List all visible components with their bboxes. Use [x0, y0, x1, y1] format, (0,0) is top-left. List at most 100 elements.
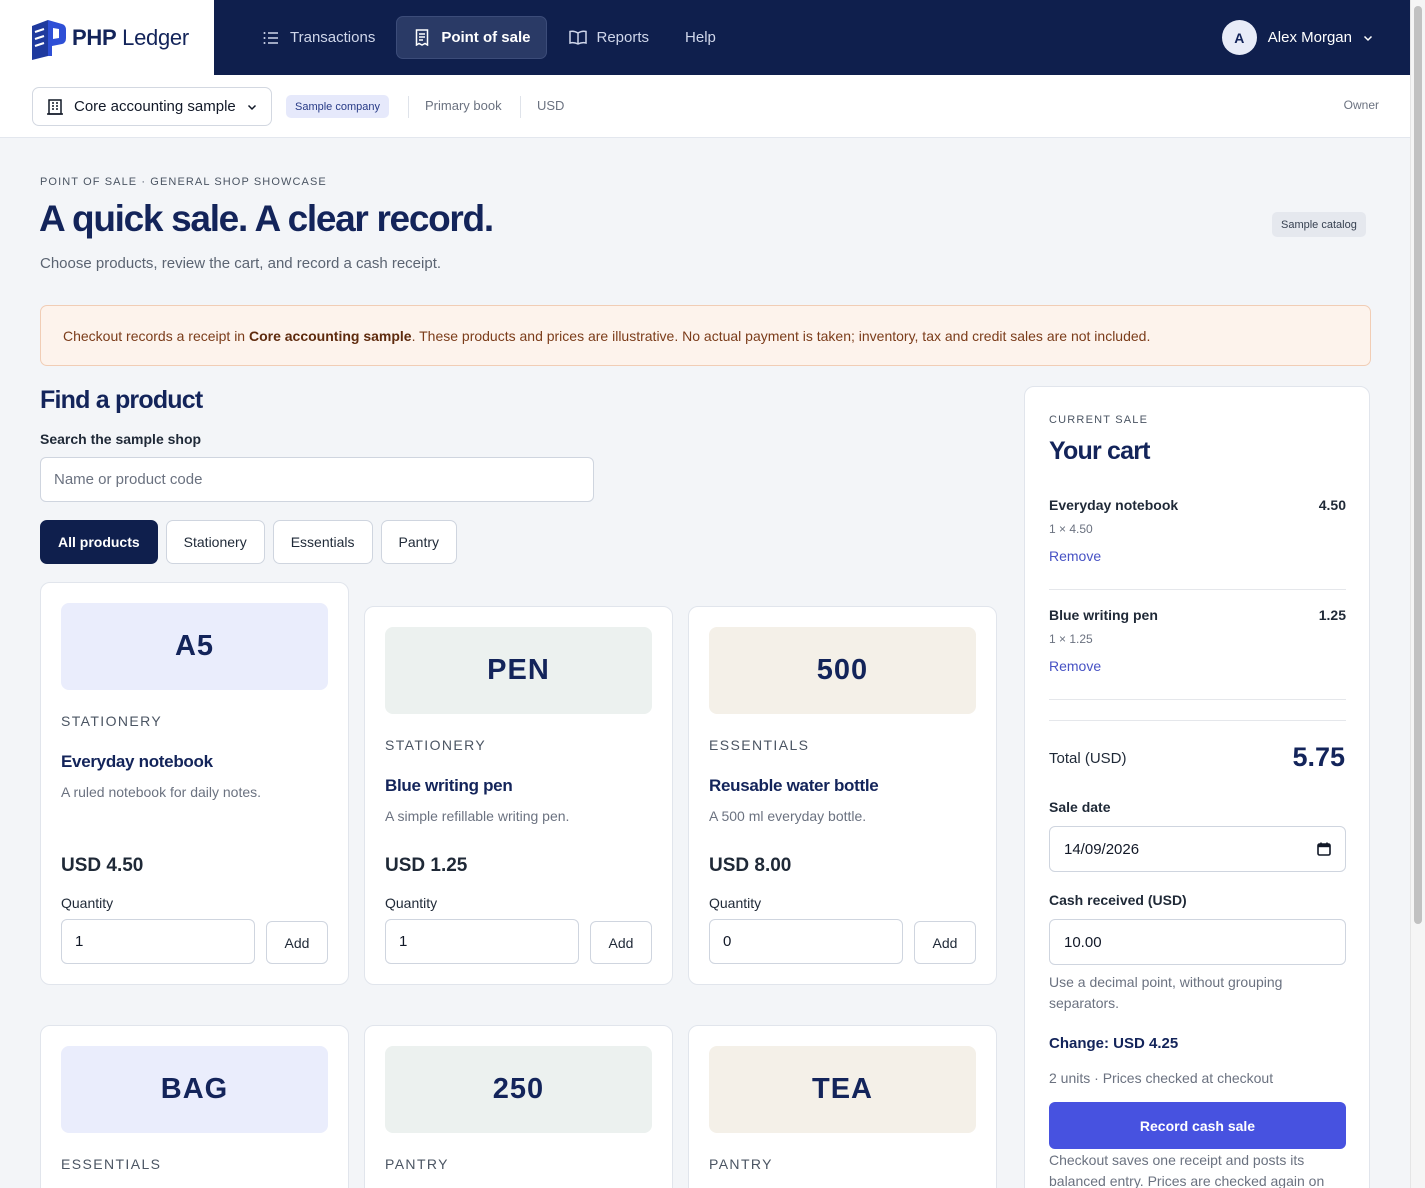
product-thumb: BAG — [61, 1046, 328, 1133]
quantity-input[interactable] — [709, 919, 903, 964]
nav-transactions[interactable]: Transactions — [246, 16, 390, 59]
quantity-input[interactable] — [61, 919, 255, 964]
company-select[interactable]: Core accounting sample — [32, 87, 272, 126]
divider — [408, 96, 409, 118]
divider — [1049, 589, 1346, 590]
nav-point-of-sale[interactable]: Point of sale — [396, 16, 547, 59]
product-name: Everyday notebook — [61, 752, 213, 771]
brand-name: PHP Ledger — [72, 24, 189, 50]
product-category: PANTRY — [385, 1156, 449, 1172]
chevron-down-icon — [247, 104, 257, 110]
brand-logo[interactable]: PHP Ledger — [0, 0, 214, 75]
filter-all-products[interactable]: All products — [40, 520, 158, 564]
cart-panel: CURRENT SALE Your cart Everyday notebook… — [1024, 386, 1370, 1188]
product-price: USD 8.00 — [709, 855, 792, 876]
filter-pantry[interactable]: Pantry — [380, 520, 457, 564]
receipt-icon — [412, 28, 432, 48]
search-input[interactable] — [40, 457, 594, 502]
nav-reports[interactable]: Reports — [553, 16, 665, 59]
add-to-cart-button[interactable]: Add — [266, 921, 328, 964]
user-name: Alex Morgan — [1267, 29, 1352, 46]
notice-text: Checkout records a receipt in Core accou… — [63, 327, 1151, 344]
line-quantity: 1 × 4.50 — [1049, 522, 1093, 536]
line-quantity: 1 × 1.25 — [1049, 632, 1093, 646]
cash-received-input[interactable] — [1049, 919, 1346, 965]
cart-line: Everyday notebook 4.50 1 × 4.50 Remove — [1049, 497, 1346, 567]
product-card: 500 ESSENTIALS Reusable water bottle A 5… — [688, 606, 997, 985]
line-amount: 4.50 — [1318, 497, 1346, 513]
building-icon — [47, 98, 63, 115]
divider — [520, 96, 521, 118]
list-icon — [261, 28, 281, 48]
product-category: ESSENTIALS — [61, 1156, 162, 1172]
scrollbar-thumb[interactable] — [1414, 6, 1422, 924]
avatar: A — [1221, 20, 1257, 55]
product-description: A simple refillable writing pen. — [385, 808, 570, 824]
page-subtitle: Choose products, review the cart, and re… — [40, 255, 442, 272]
category-filters: All products Stationery Essentials Pantr… — [40, 520, 457, 564]
quantity-label: Quantity — [385, 895, 438, 911]
checkout-footnote: Checkout saves one receipt and posts its… — [1049, 1152, 1325, 1188]
product-card: 250 PANTRY — [364, 1025, 673, 1188]
product-description: A ruled notebook for daily notes. — [61, 784, 262, 800]
page-scrollbar[interactable] — [1410, 0, 1425, 1188]
cash-received-label: Cash received (USD) — [1049, 892, 1187, 908]
add-to-cart-button[interactable]: Add — [914, 921, 976, 964]
nav-label: Reports — [596, 29, 650, 46]
cart-title: Your cart — [1049, 437, 1151, 465]
page-title: A quick sale. A clear record. — [39, 198, 494, 239]
divider — [1049, 720, 1346, 721]
currency: USD — [537, 98, 565, 113]
cart-line: Blue writing pen 1.25 1 × 1.25 Remove — [1049, 607, 1346, 677]
book-name: Primary book — [425, 98, 502, 113]
filter-stationery[interactable]: Stationery — [165, 520, 265, 564]
product-price: USD 1.25 — [385, 855, 468, 876]
line-name: Blue writing pen — [1049, 607, 1158, 623]
product-category: STATIONERY — [61, 713, 163, 729]
filter-essentials[interactable]: Essentials — [272, 520, 373, 564]
product-card: BAG ESSENTIALS — [40, 1025, 349, 1188]
nav-help[interactable]: Help — [670, 16, 731, 59]
book-icon — [568, 28, 588, 48]
product-thumb: PEN — [385, 627, 652, 714]
product-category: ESSENTIALS — [709, 737, 810, 753]
sale-date-input[interactable]: 14/09/2026 — [1049, 826, 1346, 872]
info-notice: Checkout records a receipt in Core accou… — [40, 305, 1371, 366]
cash-hint: Use a decimal point, without grouping se… — [1049, 974, 1283, 1011]
top-navbar: PHP Ledger Transactions Point of sale Re… — [0, 0, 1410, 75]
nav-label: Transactions — [290, 29, 376, 46]
product-card: TEA PANTRY — [688, 1025, 997, 1188]
divider — [1049, 699, 1346, 700]
quantity-label: Quantity — [61, 895, 114, 911]
add-to-cart-button[interactable]: Add — [590, 921, 652, 964]
calendar-icon[interactable] — [1317, 842, 1331, 856]
product-category: PANTRY — [709, 1156, 773, 1172]
quantity-input[interactable] — [385, 919, 579, 964]
product-card: A5 STATIONERY Everyday notebook A ruled … — [40, 582, 349, 985]
sample-catalog-badge: Sample catalog — [1272, 212, 1366, 237]
ledger-logo-icon — [32, 19, 66, 60]
search-label: Search the sample shop — [40, 431, 202, 447]
user-menu[interactable]: A Alex Morgan — [1221, 20, 1374, 55]
product-category: STATIONERY — [385, 737, 487, 753]
sale-date-value: 14/09/2026 — [1064, 840, 1140, 858]
quantity-label: Quantity — [709, 895, 762, 911]
product-thumb: TEA — [709, 1046, 976, 1133]
product-thumb: A5 — [61, 603, 328, 690]
line-amount: 1.25 — [1318, 607, 1346, 623]
total-amount: 5.75 — [1292, 742, 1345, 772]
remove-link[interactable]: Remove — [1049, 548, 1101, 564]
product-thumb: 500 — [709, 627, 976, 714]
remove-link[interactable]: Remove — [1049, 658, 1101, 674]
line-name: Everyday notebook — [1049, 497, 1179, 513]
context-bar: Core accounting sample Sample company Pr… — [0, 75, 1410, 138]
units-summary: 2 units · Prices checked at checkout — [1049, 1070, 1274, 1086]
product-card: PEN STATIONERY Blue writing pen A simple… — [364, 606, 673, 985]
product-name: Reusable water bottle — [709, 776, 879, 795]
product-description: A 500 ml everyday bottle. — [709, 808, 867, 824]
page-eyebrow: POINT OF SALE · GENERAL SHOP SHOWCASE — [40, 176, 327, 188]
find-product-heading: Find a product — [40, 386, 203, 414]
record-cash-sale-button[interactable]: Record cash sale — [1049, 1102, 1346, 1149]
company-name: Core accounting sample — [74, 98, 236, 115]
cart-eyebrow: CURRENT SALE — [1049, 414, 1149, 426]
